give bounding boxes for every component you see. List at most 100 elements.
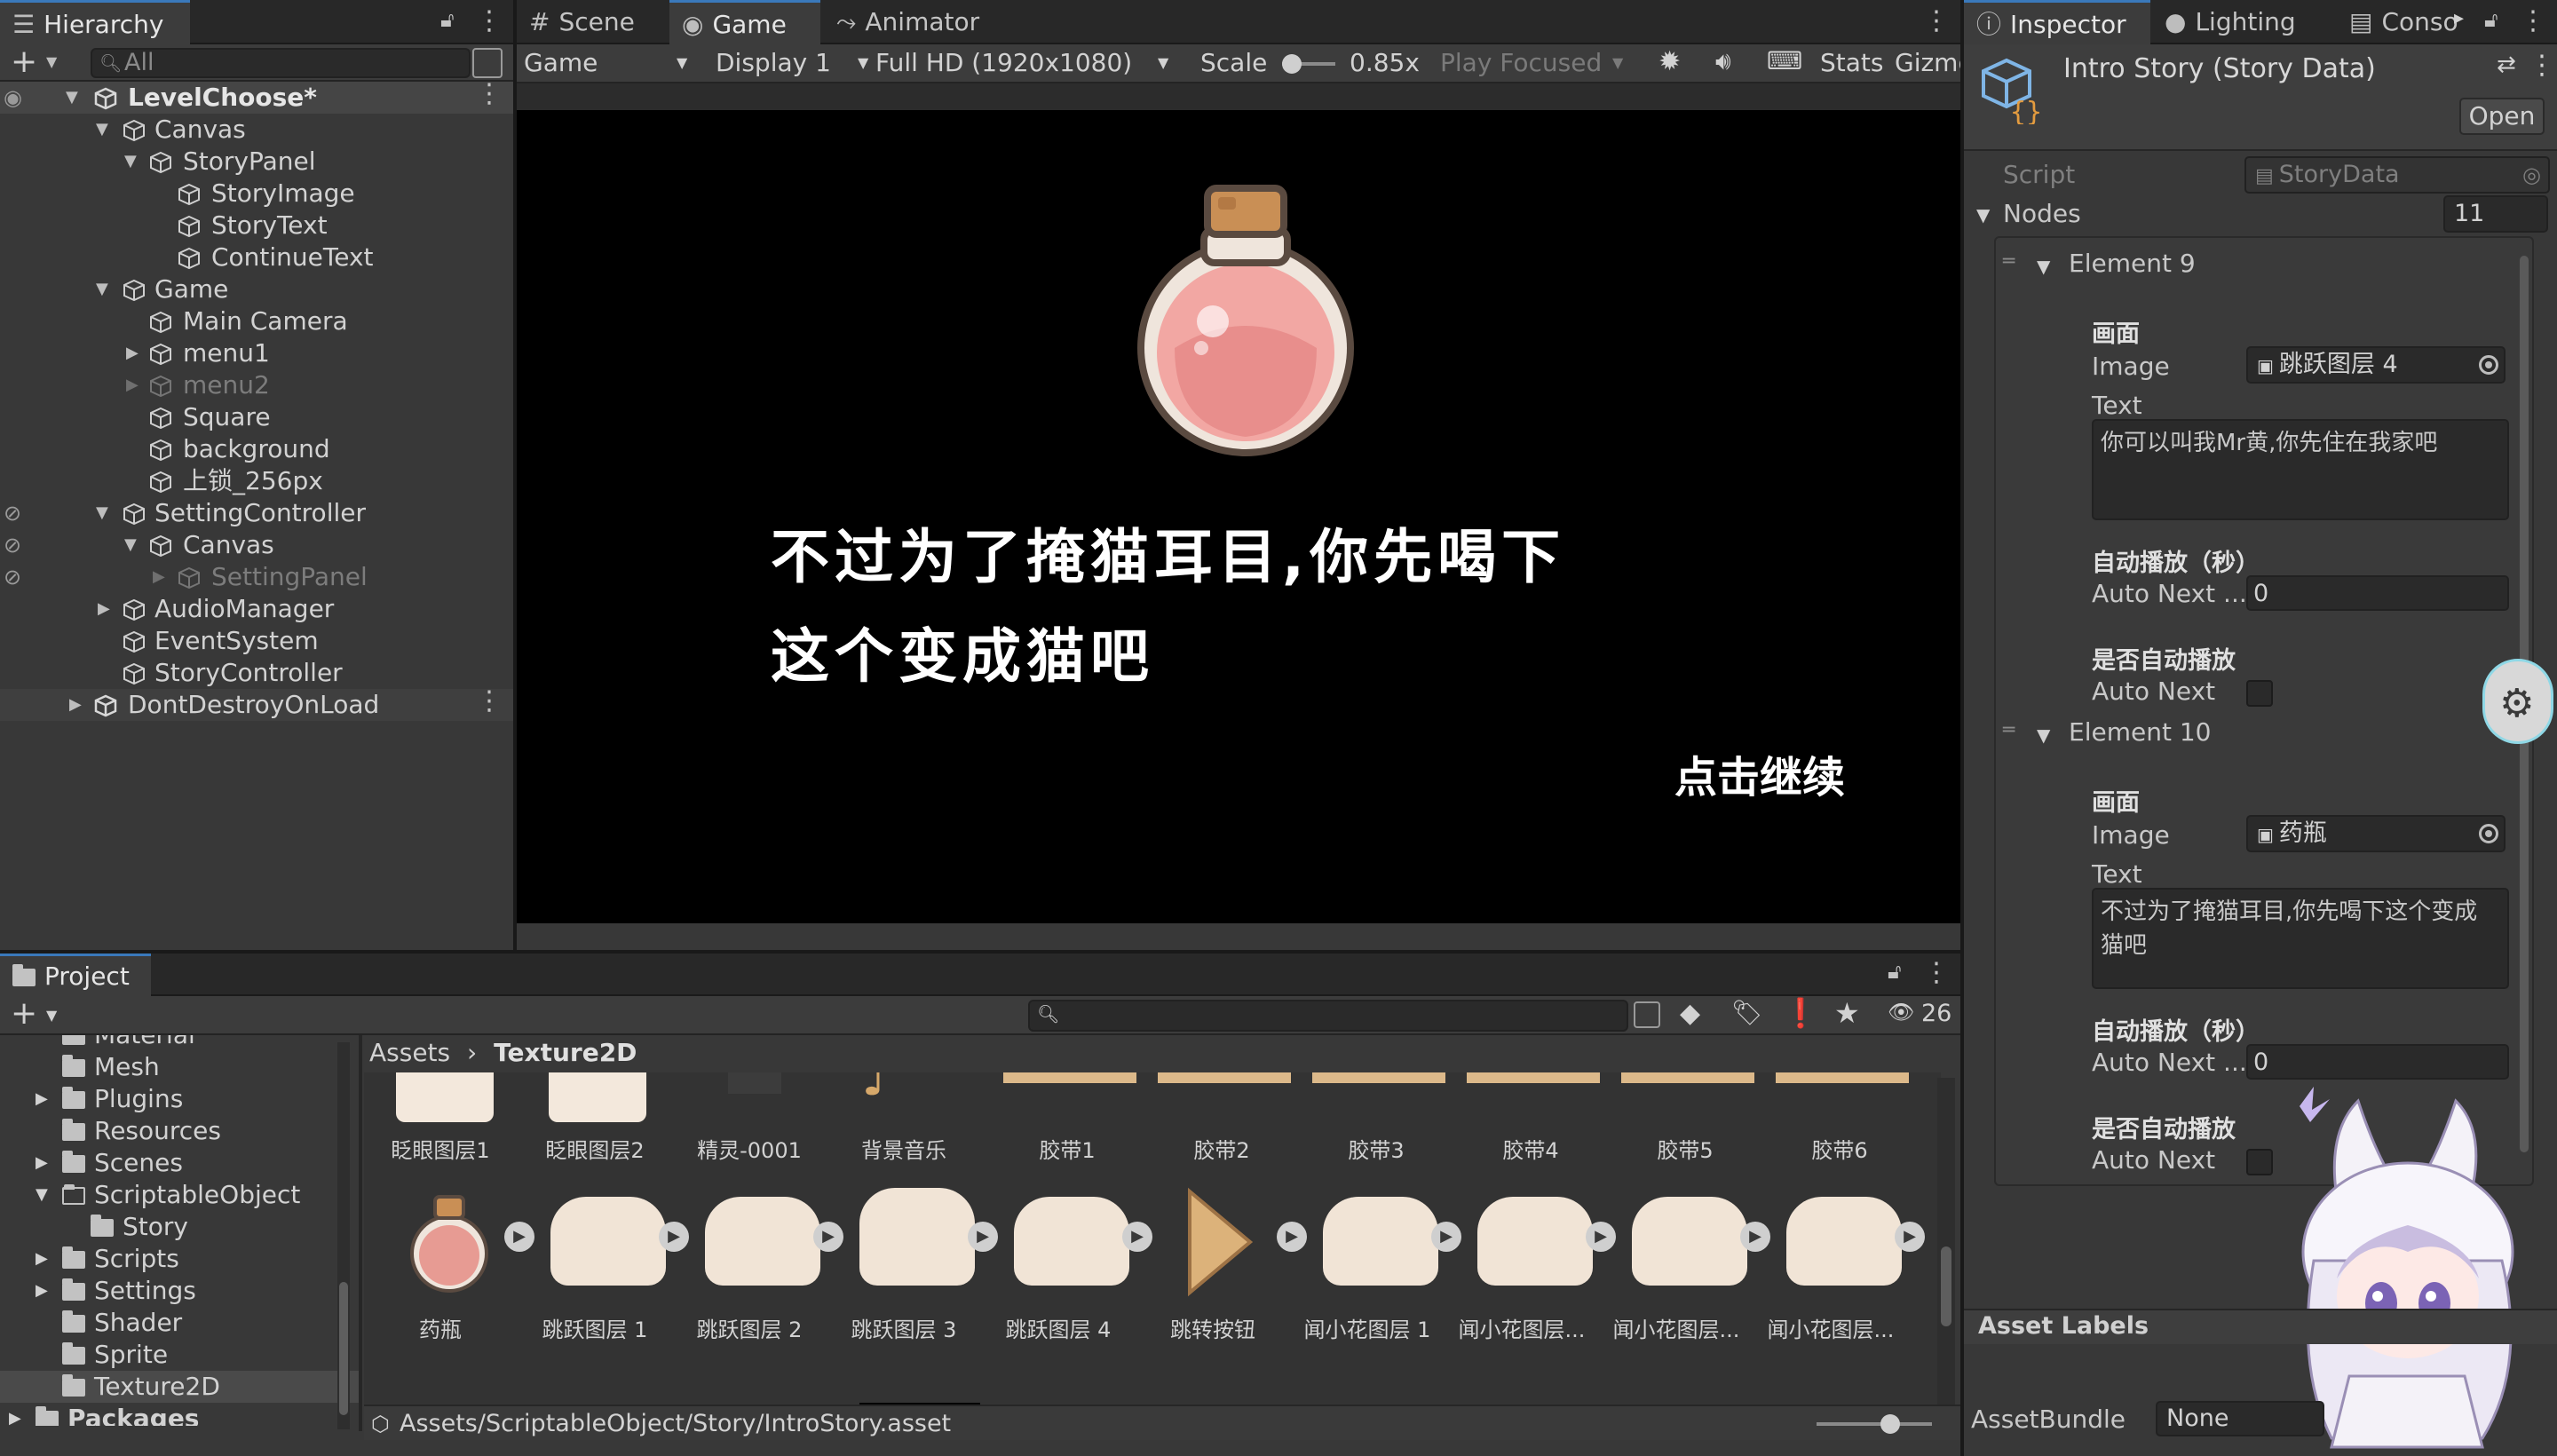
tree-row[interactable]: ▼ Game	[0, 273, 513, 305]
panel-divider[interactable]	[359, 1035, 362, 1431]
play-icon[interactable]: ▶	[659, 1222, 689, 1252]
folder-row[interactable]: ▼ ScriptableObject	[36, 1179, 359, 1211]
tree-row[interactable]: StoryController	[0, 657, 513, 689]
game-view-scrollbar[interactable]	[517, 923, 1960, 950]
asset-thumb[interactable]	[1467, 1072, 1600, 1083]
game-render-area[interactable]: 不过为了掩猫耳目,你先喝下 这个变成猫吧 点击继续	[517, 110, 1960, 923]
expand-arrow-icon[interactable]: ▼	[66, 82, 78, 114]
asset-thumb[interactable]	[1776, 1072, 1909, 1083]
folder-row[interactable]: Shader	[62, 1307, 359, 1339]
asset-thumb[interactable]	[1158, 1072, 1291, 1083]
expand-arrow-icon[interactable]: ▶	[98, 593, 110, 625]
asset-label[interactable]: 药瓶	[369, 1312, 511, 1343]
asset-label[interactable]: 跳跃图层 1	[524, 1312, 666, 1343]
tree-row[interactable]: ▶ menu1	[0, 337, 513, 369]
favorite-icon[interactable]: ★	[1834, 996, 1860, 1030]
asset-label[interactable]: 背景音乐	[833, 1133, 975, 1164]
tab-console[interactable]: ▤ Conso	[2337, 0, 2488, 44]
expand-arrow-icon[interactable]: ▼	[96, 497, 108, 529]
tree-row[interactable]: ▶ AudioManager	[0, 593, 513, 625]
tree-row[interactable]: Square	[0, 401, 513, 433]
tree-row[interactable]: ▼ StoryPanel	[0, 146, 513, 178]
breadcrumb-assets[interactable]: Assets	[369, 1038, 450, 1067]
asset-label[interactable]: 闻小花图层...	[1451, 1312, 1593, 1343]
hierarchy-search-input[interactable]: 🔍︎ All	[91, 48, 471, 78]
asset-thumb[interactable]	[1003, 1072, 1136, 1083]
expand-arrow-icon[interactable]: ▶	[36, 1147, 48, 1179]
asset-label[interactable]: 胶带4	[1460, 1133, 1602, 1164]
image-field[interactable]: ▣ 跳跃图层 4	[2246, 346, 2506, 384]
play-icon[interactable]: ▶	[504, 1222, 534, 1252]
cat-thumb[interactable]	[859, 1188, 975, 1286]
nodes-expand-arrow-icon[interactable]: ▼	[1976, 204, 1990, 226]
text-area[interactable]: 不过为了掩猫耳目,你先喝下这个变成猫吧	[2092, 888, 2509, 989]
chevron-down-icon[interactable]: ▼	[46, 53, 57, 70]
add-icon[interactable]: +	[11, 44, 37, 80]
scroll-thumb[interactable]	[339, 1282, 348, 1415]
stats-button[interactable]: Stats	[1820, 44, 1883, 82]
play-icon[interactable]: ▶	[1122, 1222, 1152, 1252]
asset-label[interactable]: 胶带3	[1305, 1133, 1447, 1164]
tree-row[interactable]: ⊘ ▶ SettingPanel	[0, 561, 513, 593]
gizmos-button[interactable]: Gizmo	[1895, 44, 1960, 82]
more-options-icon[interactable]: ⋮	[2520, 5, 2546, 36]
cat-thumb[interactable]	[705, 1197, 820, 1286]
folder-row[interactable]: ▶ Plugins	[36, 1083, 359, 1115]
play-icon[interactable]: ▶	[1895, 1222, 1925, 1252]
drag-handle-icon[interactable]: ═	[2003, 250, 2015, 273]
folder-row[interactable]: ▶ Settings	[36, 1275, 359, 1307]
lock-icon[interactable]: 🔓︎	[2484, 7, 2498, 32]
tab-animator[interactable]: ⤳ Animator	[824, 0, 1001, 44]
cat-thumb[interactable]	[1323, 1197, 1438, 1286]
expand-arrow-icon[interactable]: ▼	[124, 146, 137, 178]
auto-next-checkbox[interactable]	[2246, 680, 2273, 707]
asset-label[interactable]: 闻小花图层...	[1760, 1312, 1902, 1343]
asset-label[interactable]: 胶带5	[1614, 1133, 1756, 1164]
asset-label[interactable]: 闻小花图层 1	[1296, 1312, 1438, 1343]
expand-arrow-icon[interactable]: ▼	[2037, 256, 2050, 277]
tree-row-levelchoose[interactable]: ◉ ▼ LevelChoose* ⋮	[0, 78, 513, 114]
tab-inspector[interactable]: ⓘ Inspector	[1964, 0, 2150, 44]
folder-row[interactable]: ▶ Scripts	[36, 1243, 359, 1275]
hidden-icon[interactable]: ⊘	[4, 561, 21, 593]
asset-label[interactable]: 胶带1	[996, 1133, 1138, 1164]
preset-icon[interactable]: ⇄	[2497, 51, 2516, 78]
asset-label[interactable]: 跳跃图层 3	[833, 1312, 975, 1343]
asset-thumb[interactable]	[728, 1072, 781, 1094]
tree-row[interactable]: ⊘ ▼ Canvas	[0, 529, 513, 561]
asset-label[interactable]: 跳转按钮	[1142, 1312, 1284, 1343]
asset-label[interactable]: 眨眼图层1	[369, 1133, 511, 1164]
cat-thumb[interactable]	[1477, 1197, 1593, 1286]
thumbnail-size-handle[interactable]	[1880, 1414, 1900, 1434]
continue-text[interactable]: 点击继续	[1674, 742, 1845, 804]
cat-thumb[interactable]	[550, 1197, 666, 1286]
expand-arrow-icon[interactable]: ▶	[36, 1243, 48, 1275]
asset-label[interactable]: 眨眼图层2	[524, 1133, 666, 1164]
scene-search-icon[interactable]	[1634, 1001, 1660, 1028]
asset-label[interactable]: 跳跃图层 2	[678, 1312, 820, 1343]
keyboard-icon[interactable]: ⌨	[1767, 46, 1802, 75]
scroll-thumb[interactable]	[1941, 1246, 1951, 1326]
folder-row[interactable]: Resources	[62, 1115, 359, 1147]
more-options-icon[interactable]: ⋮	[2529, 50, 2555, 81]
scale-slider-handle[interactable]	[1282, 54, 1302, 74]
asset-labels-bar[interactable]: Asset Labels	[1964, 1309, 2557, 1344]
tree-row[interactable]: ▼ Canvas	[0, 114, 513, 146]
tab-game[interactable]: ◉ Game	[669, 0, 820, 44]
tree-row-dontdestroyonload[interactable]: ▶ DontDestroyOnLoad ⋮	[0, 685, 513, 721]
hidden-icon[interactable]: ⊘	[4, 529, 21, 561]
expand-arrow-icon[interactable]: ▶	[36, 1275, 48, 1307]
bug-icon[interactable]: ✹	[1658, 46, 1681, 77]
folder-row[interactable]: ▶ Scenes	[36, 1147, 359, 1179]
more-options-icon[interactable]: ⋮	[476, 5, 503, 36]
expand-arrow-icon[interactable]: ▶	[126, 337, 139, 369]
asset-thumb[interactable]	[549, 1072, 646, 1122]
tree-row[interactable]: Main Camera	[0, 305, 513, 337]
tree-row[interactable]: ▶ menu2	[0, 369, 513, 401]
tree-row[interactable]: 上锁_256px	[0, 465, 513, 497]
folder-row[interactable]: ▶ Packages	[9, 1403, 359, 1426]
lock-icon[interactable]: 🔓︎	[1888, 959, 1902, 984]
drag-handle-icon[interactable]: ═	[2003, 719, 2015, 741]
expand-arrow-icon[interactable]: ▼	[96, 114, 108, 146]
play-mode-dropdown[interactable]: Play Focused ▼	[1440, 44, 1635, 82]
